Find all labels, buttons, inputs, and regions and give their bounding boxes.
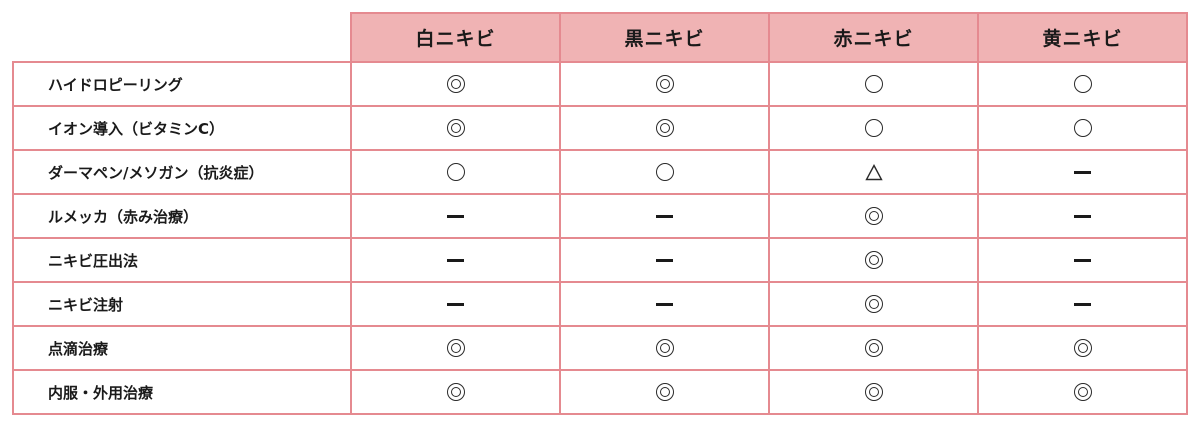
table-cell bbox=[977, 281, 1188, 327]
double-circle-mark bbox=[1073, 339, 1092, 357]
table-cell bbox=[768, 369, 979, 415]
column-header-yellow-acne: 黄ニキビ bbox=[977, 12, 1188, 63]
dash-mark bbox=[1074, 170, 1091, 174]
row-label: 内服・外用治療 bbox=[12, 369, 352, 415]
table-cell bbox=[977, 369, 1188, 415]
table-cell bbox=[977, 193, 1188, 239]
double-circle-mark bbox=[864, 207, 883, 225]
table-cell bbox=[559, 237, 770, 283]
table-cell bbox=[350, 149, 561, 195]
header-row: 白ニキビ 黒ニキビ 赤ニキビ 黄ニキビ bbox=[13, 12, 1188, 63]
table-cell bbox=[350, 193, 561, 239]
table-cell bbox=[559, 369, 770, 415]
double-circle-mark bbox=[446, 75, 465, 93]
table-header: 白ニキビ 黒ニキビ 赤ニキビ 黄ニキビ bbox=[13, 12, 1188, 63]
circle-mark bbox=[446, 163, 465, 181]
row-label: ハイドロピーリング bbox=[12, 61, 352, 107]
table-row: ニキビ圧出法 bbox=[12, 237, 1188, 283]
double-circle-mark bbox=[655, 383, 674, 401]
row-label: ルメッカ（赤み治療） bbox=[12, 193, 352, 239]
double-circle-mark bbox=[446, 383, 465, 401]
table-cell bbox=[977, 61, 1188, 107]
table-cell bbox=[559, 61, 770, 107]
circle-mark bbox=[864, 119, 883, 137]
table-row: イオン導入（ビタミンC） bbox=[12, 105, 1188, 151]
table-cell bbox=[977, 149, 1188, 195]
row-label: イオン導入（ビタミンC） bbox=[12, 105, 352, 151]
acne-treatment-table: 白ニキビ 黒ニキビ 赤ニキビ 黄ニキビ ハイドロピーリング イオン導入（ビタミンC… bbox=[12, 12, 1188, 415]
dash-mark bbox=[447, 214, 464, 218]
dash-mark bbox=[447, 258, 464, 262]
double-circle-mark bbox=[864, 251, 883, 269]
double-circle-mark bbox=[1073, 383, 1092, 401]
dash-mark bbox=[1074, 258, 1091, 262]
table-cell bbox=[350, 237, 561, 283]
table-cell bbox=[768, 105, 979, 151]
table-row: ルメッカ（赤み治療） bbox=[12, 193, 1188, 239]
table-row: 内服・外用治療 bbox=[12, 369, 1188, 415]
table-row: ニキビ注射 bbox=[12, 281, 1188, 327]
column-header-white-acne: 白ニキビ bbox=[350, 12, 561, 63]
circle-mark bbox=[1073, 75, 1092, 93]
table-body: ハイドロピーリング イオン導入（ビタミンC） ダーマペン/メソガン（抗炎症） ルメッカ… bbox=[12, 61, 1188, 415]
row-label: ニキビ注射 bbox=[12, 281, 352, 327]
table-row: 点滴治療 bbox=[12, 325, 1188, 371]
triangle-mark bbox=[864, 161, 883, 182]
table-cell bbox=[559, 193, 770, 239]
table-row: ダーマペン/メソガン（抗炎症） bbox=[12, 149, 1188, 195]
double-circle-mark bbox=[446, 339, 465, 357]
table-cell bbox=[768, 61, 979, 107]
dash-mark bbox=[656, 302, 673, 306]
circle-mark bbox=[864, 75, 883, 93]
row-label: ダーマペン/メソガン（抗炎症） bbox=[12, 149, 352, 195]
table-cell bbox=[559, 105, 770, 151]
table-cell bbox=[768, 149, 979, 195]
double-circle-mark bbox=[446, 119, 465, 137]
dash-mark bbox=[1074, 302, 1091, 306]
table-cell bbox=[977, 325, 1188, 371]
dash-mark bbox=[447, 302, 464, 306]
dash-mark bbox=[656, 258, 673, 262]
table-cell bbox=[350, 61, 561, 107]
circle-mark bbox=[1073, 119, 1092, 137]
dash-mark bbox=[656, 214, 673, 218]
double-circle-mark bbox=[655, 339, 674, 357]
table-cell bbox=[350, 105, 561, 151]
double-circle-mark bbox=[864, 295, 883, 313]
header-corner bbox=[13, 13, 352, 63]
table-cell bbox=[559, 281, 770, 327]
double-circle-mark bbox=[864, 383, 883, 401]
column-header-red-acne: 赤ニキビ bbox=[768, 12, 979, 63]
dash-mark bbox=[1074, 214, 1091, 218]
table-cell bbox=[350, 281, 561, 327]
double-circle-mark bbox=[655, 75, 674, 93]
circle-mark bbox=[655, 163, 674, 181]
table-cell bbox=[350, 325, 561, 371]
table-cell bbox=[768, 193, 979, 239]
table-cell bbox=[559, 325, 770, 371]
row-label: 点滴治療 bbox=[12, 325, 352, 371]
table-cell bbox=[350, 369, 561, 415]
table-cell bbox=[768, 237, 979, 283]
double-circle-mark bbox=[655, 119, 674, 137]
table-cell bbox=[768, 281, 979, 327]
double-circle-mark bbox=[864, 339, 883, 357]
column-header-black-acne: 黒ニキビ bbox=[559, 12, 770, 63]
table-cell bbox=[977, 105, 1188, 151]
table-cell bbox=[559, 149, 770, 195]
table-cell bbox=[977, 237, 1188, 283]
row-label: ニキビ圧出法 bbox=[12, 237, 352, 283]
table-cell bbox=[768, 325, 979, 371]
table-row: ハイドロピーリング bbox=[12, 61, 1188, 107]
